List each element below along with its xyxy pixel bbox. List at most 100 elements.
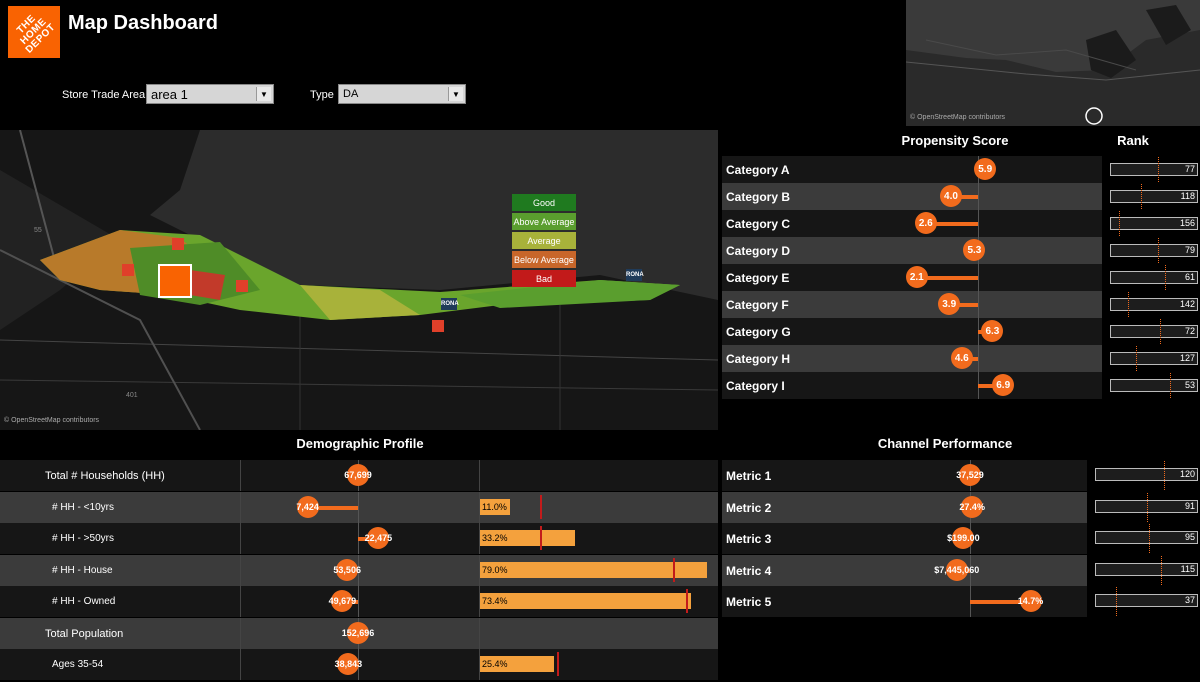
propensity-row[interactable]: Category E 2.1: [722, 264, 1102, 291]
column-divider: [479, 617, 480, 649]
metric-name: Metric 5: [726, 595, 772, 609]
propensity-row[interactable]: Category B 4.0: [722, 183, 1102, 210]
score-dot[interactable]: 2.1: [905, 266, 928, 288]
category-name: Category E: [726, 271, 790, 285]
benchmark-line: [686, 589, 689, 613]
competitor-marker[interactable]: [432, 320, 444, 332]
road-label: 55: [34, 227, 42, 234]
score-dot[interactable]: 6.3: [981, 320, 1004, 342]
benchmark-line: [556, 652, 559, 676]
propensity-row[interactable]: Category C 2.6: [722, 210, 1102, 237]
rank-box: 115: [1095, 562, 1198, 576]
benchmark-line: [672, 557, 675, 582]
demographic-title: Demographic Profile: [296, 436, 424, 451]
count-value: 49,679: [328, 596, 357, 606]
metric-name: Metric 3: [726, 532, 772, 546]
store-trade-area-value: area 1: [151, 86, 188, 102]
store-trade-area-select[interactable]: area 1 ▼: [146, 84, 274, 104]
legend-item: Bad: [512, 270, 576, 287]
score-dot[interactable]: 5.3: [963, 239, 986, 261]
score-dot[interactable]: 6.9: [992, 374, 1015, 396]
chevron-down-icon[interactable]: ▼: [448, 87, 463, 101]
rank-marker: [1160, 319, 1162, 344]
propensity-row[interactable]: Category D 5.3: [722, 237, 1102, 264]
competitor-marker[interactable]: [122, 264, 134, 276]
metric-value: 37,529: [956, 470, 984, 480]
count-value: 152,696: [341, 627, 375, 638]
channel-row[interactable]: Metric 3 $199.00: [722, 523, 1087, 554]
demographic-row[interactable]: # HH - <10yrs 7,424 11.0%: [0, 491, 718, 523]
category-name: Category B: [726, 190, 791, 204]
metric-name: Metric 2: [726, 500, 772, 515]
benchmark-line: [540, 494, 543, 519]
score-dot[interactable]: 4.0: [940, 185, 962, 207]
score-dot[interactable]: 2.6: [914, 212, 937, 234]
rona-marker[interactable]: RONA: [441, 298, 459, 310]
demographic-name: # HH - >50yrs: [52, 533, 114, 544]
demographic-row[interactable]: Total Population 152,696: [0, 617, 718, 649]
rank-marker: [1136, 346, 1138, 371]
rank-marker: [1148, 524, 1150, 553]
propensity-row[interactable]: Category I 6.9: [722, 372, 1102, 399]
rank-box: 79: [1110, 244, 1198, 257]
type-label: Type: [310, 89, 334, 101]
legend-item: Above Average: [512, 213, 576, 230]
rank-marker: [1164, 461, 1165, 490]
rank-box: 120: [1095, 468, 1198, 481]
demographic-row[interactable]: # HH - House 53,506 79.0%: [0, 554, 718, 586]
type-select[interactable]: DA ▼: [338, 84, 466, 104]
propensity-row[interactable]: Category H 4.6: [722, 345, 1102, 372]
competitor-marker[interactable]: [172, 238, 184, 250]
category-name: Category G: [726, 325, 791, 339]
rank-marker: [1127, 292, 1129, 317]
count-value: 22,475: [364, 533, 393, 543]
propensity-row[interactable]: Category A 5.9: [722, 156, 1102, 183]
channel-row[interactable]: Metric 2 27.4%: [722, 491, 1087, 523]
rank-box: 77: [1110, 163, 1198, 176]
column-divider: [240, 617, 241, 649]
axis-line: [978, 210, 979, 237]
column-divider: [240, 523, 241, 554]
count-value: 67,699: [344, 470, 372, 480]
channel-row[interactable]: Metric 4 $7,445,060: [722, 554, 1087, 586]
propensity-row[interactable]: Category F 3.9: [722, 291, 1102, 318]
demographic-row[interactable]: # HH - >50yrs 22,475 33.2%: [0, 523, 718, 554]
rank-box: 127: [1110, 352, 1198, 365]
type-value: DA: [343, 88, 359, 100]
demographic-name: Total Population: [45, 627, 124, 640]
rank-marker: [1146, 492, 1148, 522]
column-divider: [240, 586, 241, 617]
store-trade-area-label: Store Trade Area: [62, 89, 146, 101]
column-divider: [240, 554, 241, 586]
demographic-row[interactable]: Total # Households (HH) 67,699: [0, 460, 718, 491]
rona-marker[interactable]: RONA: [626, 269, 644, 281]
channel-row[interactable]: Metric 5 14.7%: [722, 586, 1087, 617]
metric-value: $199.00: [947, 533, 980, 543]
score-dot[interactable]: 4.6: [950, 347, 973, 369]
minimap-attribution: © OpenStreetMap contributors: [910, 114, 1006, 121]
propensity-row[interactable]: Category G 6.3: [722, 318, 1102, 345]
percent-bar: 11.0%: [480, 498, 511, 515]
minimap-svg: [906, 0, 1200, 126]
score-dot[interactable]: 3.9: [938, 293, 961, 315]
rank-marker: [1140, 184, 1142, 209]
chevron-down-icon[interactable]: ▼: [256, 87, 271, 101]
metric-value: $7,445,060: [934, 564, 980, 575]
competitor-marker[interactable]: [236, 280, 248, 292]
trade-area-map[interactable]: RONA RONA 55 401 © OpenStreetMap contrib…: [0, 130, 718, 430]
rank-box: 53: [1110, 379, 1198, 392]
axis-line: [978, 183, 979, 210]
channel-row[interactable]: Metric 1 37,529: [722, 460, 1087, 491]
demographic-name: # HH - House: [52, 564, 113, 576]
demographic-row[interactable]: # HH - Owned 49,679 73.4%: [0, 586, 718, 617]
overview-minimap[interactable]: © OpenStreetMap contributors: [906, 0, 1200, 126]
demographic-row[interactable]: Ages 35-54 38,843 25.4%: [0, 649, 718, 680]
rank-marker: [1158, 238, 1160, 263]
category-name: Category D: [726, 244, 791, 258]
axis-line: [978, 345, 979, 372]
logo-text: THE HOME DEPOT: [15, 13, 58, 56]
score-dot[interactable]: 5.9: [974, 158, 997, 180]
count-value: 53,506: [333, 564, 361, 575]
rank-marker: [1115, 587, 1117, 616]
home-depot-store-marker[interactable]: [158, 264, 192, 298]
